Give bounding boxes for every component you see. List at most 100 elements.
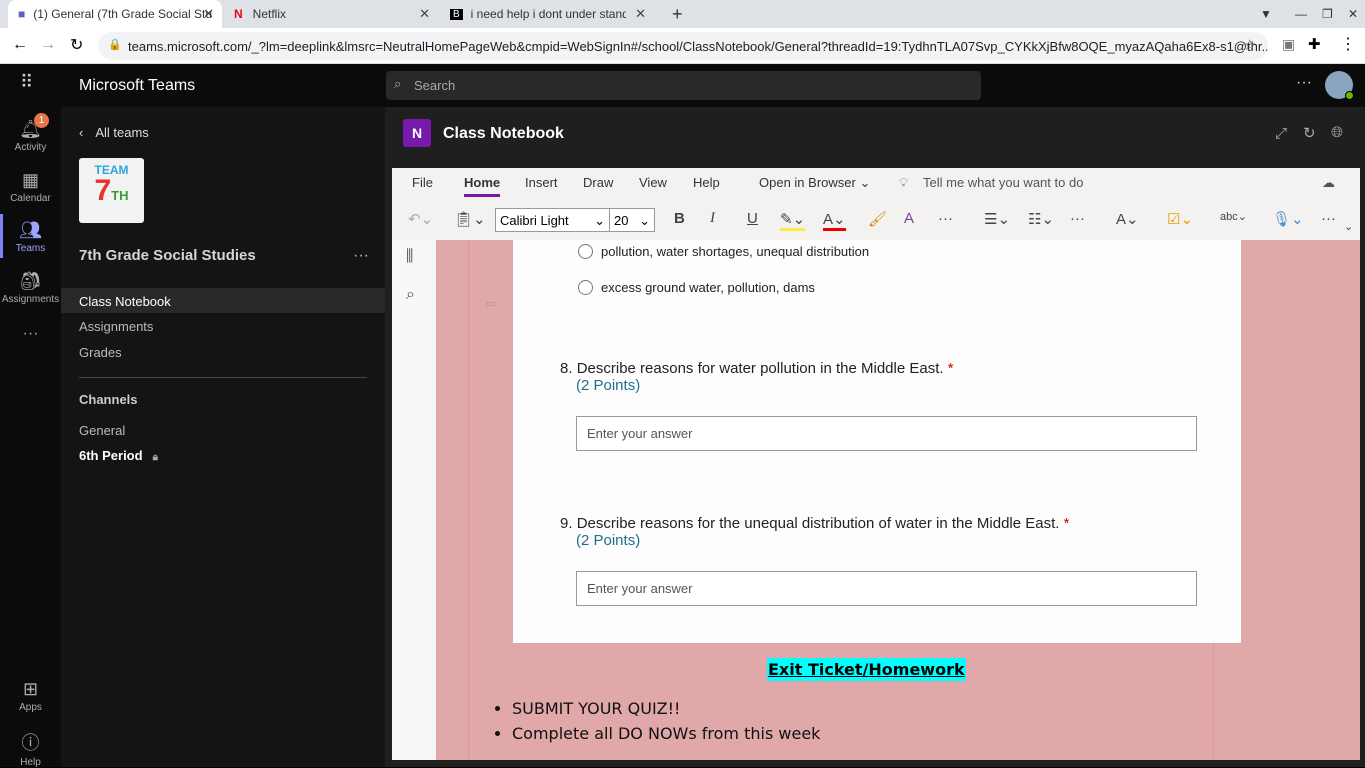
url-input[interactable]: 🔒 teams.microsoft.com/_?lm=deeplink&lmsrc… bbox=[98, 32, 1268, 60]
menu-view[interactable]: View bbox=[639, 175, 667, 190]
help-icon: ⓘ bbox=[21, 733, 40, 753]
answer-input-8[interactable]: Enter your answer bbox=[576, 416, 1197, 451]
rail-calendar[interactable]: ▦ Calendar bbox=[0, 170, 61, 204]
team-sidebar: ‹ All teams TEAM 7TH 7th Grade Social Stud… bbox=[61, 107, 385, 767]
address-bar: ← → ↻ 🔒 teams.microsoft.com/_?lm=deeplink… bbox=[0, 28, 1365, 64]
team-more-icon[interactable]: ··· bbox=[353, 247, 369, 265]
refresh-icon[interactable]: ↻ bbox=[1303, 124, 1316, 142]
menu-file[interactable]: File bbox=[412, 175, 433, 190]
open-in-browser-button[interactable]: Open in Browser ⌄ bbox=[759, 175, 870, 191]
more-apps-icon[interactable]: ··· bbox=[0, 325, 61, 343]
chevron-down-icon: ⌄ bbox=[594, 213, 605, 228]
option-radio[interactable]: pollution, water shortages, unequal dist… bbox=[578, 244, 869, 259]
rail-assignments[interactable]: 🎒︎ Assignments bbox=[0, 271, 61, 305]
question-8: 8. Describe reasons for water pollution … bbox=[560, 360, 954, 394]
back-icon[interactable]: ← bbox=[12, 36, 28, 54]
highlight-icon[interactable]: ✎⌄ bbox=[780, 210, 806, 231]
more-icon[interactable]: ··· bbox=[1321, 210, 1336, 227]
bullets-icon[interactable]: ☰⌄ bbox=[984, 210, 1010, 228]
search-icon[interactable]: ⌕ bbox=[406, 286, 415, 304]
rail-apps[interactable]: ⊞ Apps bbox=[0, 679, 61, 713]
onenote-icon: N bbox=[403, 119, 431, 147]
bookmark-star-icon[interactable]: ☆ bbox=[1243, 36, 1256, 54]
cloud-sync-icon[interactable]: ☁ bbox=[1322, 175, 1335, 191]
lock-icon: 🔒 bbox=[108, 39, 122, 51]
forward-icon[interactable]: → bbox=[40, 36, 56, 54]
chevron-down-icon: ⌄ bbox=[639, 213, 650, 228]
library-icon[interactable]: ⫼ bbox=[406, 248, 413, 266]
tab-netflix[interactable]: N Netflix ✕ bbox=[224, 0, 438, 28]
chevron-left-icon: ‹ bbox=[79, 125, 84, 140]
channel-6th-period[interactable]: 6th Period 🔒︎ bbox=[79, 448, 158, 463]
dictate-icon[interactable]: 🎙︎⌄ bbox=[1272, 210, 1304, 228]
bold-icon[interactable]: B bbox=[674, 210, 685, 227]
menu-help[interactable]: Help bbox=[693, 175, 720, 190]
lightbulb-icon: 💡︎ bbox=[899, 175, 909, 190]
backpack-icon: 🎒︎ bbox=[19, 271, 42, 291]
status-available-icon bbox=[1345, 91, 1354, 100]
app-rail: 🔔︎ Activity 1 ▦ Calendar 👥︎ Teams 🎒︎ Assignme… bbox=[0, 107, 61, 768]
tell-me-input[interactable]: Tell me what you want to do bbox=[923, 175, 1083, 190]
search-input[interactable]: ⌕ Search bbox=[386, 71, 981, 100]
browser-tab-bar: ■ (1) General (7th Grade Social Stu ✕ N Net… bbox=[0, 0, 1365, 28]
lock-icon: 🔒︎ bbox=[152, 452, 158, 463]
new-tab-button[interactable]: + bbox=[662, 0, 693, 28]
active-indicator bbox=[0, 214, 3, 258]
rail-help[interactable]: ⓘ Help bbox=[0, 729, 61, 768]
numbering-icon[interactable]: ☷⌄ bbox=[1028, 210, 1054, 228]
tab-teams[interactable]: ■ (1) General (7th Grade Social Stu ✕ bbox=[8, 0, 222, 28]
teams-header: ⠿ Microsoft Teams ⌕ Search ··· bbox=[0, 64, 1365, 107]
search-icon: ⌕ bbox=[394, 76, 402, 91]
reload-icon[interactable]: ↻ bbox=[70, 35, 83, 55]
font-color-icon[interactable]: A⌄ bbox=[823, 210, 846, 231]
format-painter-icon[interactable]: 🖌︎ bbox=[868, 210, 887, 228]
spelling-icon[interactable]: abc⌄ bbox=[1220, 210, 1247, 223]
embedded-form: pollution, water shortages, unequal dist… bbox=[513, 240, 1241, 643]
more-icon[interactable]: ··· bbox=[1070, 210, 1085, 227]
menu-draw[interactable]: Draw bbox=[583, 175, 613, 190]
ribbon: File Home Insert Draw View Help Open in … bbox=[392, 168, 1360, 240]
font-size-select[interactable]: 20 ⌄ bbox=[609, 208, 655, 232]
answer-input-9[interactable]: Enter your answer bbox=[576, 571, 1197, 606]
avatar[interactable] bbox=[1325, 71, 1354, 100]
channel-general[interactable]: General bbox=[79, 423, 125, 438]
more-icon[interactable]: ··· bbox=[938, 210, 953, 227]
profile-dropdown-icon[interactable]: ▼ bbox=[1250, 0, 1282, 28]
font-name-select[interactable]: Calibri Light ⌄ bbox=[495, 208, 610, 232]
rail-activity[interactable]: 🔔︎ Activity 1 bbox=[0, 113, 61, 153]
more-options-icon[interactable]: ··· bbox=[1296, 74, 1312, 92]
exit-ticket-heading: Exit Ticket/Homework bbox=[767, 658, 966, 681]
list-item: SUBMIT YOUR QUIZ!! bbox=[512, 696, 820, 721]
clear-formatting-icon[interactable]: A bbox=[904, 210, 914, 227]
undo-icon[interactable]: ↶⌄ bbox=[408, 210, 433, 228]
option-radio[interactable]: excess ground water, pollution, dams bbox=[578, 280, 815, 295]
nav-grades[interactable]: Grades bbox=[79, 345, 122, 360]
browser-menu-icon[interactable]: ⋮ bbox=[1340, 34, 1356, 54]
close-icon[interactable]: ✕ bbox=[419, 6, 430, 22]
close-icon[interactable]: ✕ bbox=[635, 6, 646, 22]
tab-brainly[interactable]: Bi need help i dont under stand it ✕ bbox=[440, 0, 654, 28]
menu-home[interactable]: Home bbox=[464, 175, 501, 197]
question-9: 9. Describe reasons for the unequal dist… bbox=[560, 515, 1070, 549]
nav-assignments[interactable]: Assignments bbox=[79, 319, 153, 334]
italic-icon[interactable]: I bbox=[710, 210, 715, 227]
extension-icon[interactable]: ▣ bbox=[1282, 36, 1295, 53]
globe-icon[interactable]: 🌐︎ bbox=[1331, 124, 1343, 141]
paste-icon[interactable]: 📋︎⌄ bbox=[454, 210, 486, 228]
underline-icon[interactable]: U bbox=[747, 210, 758, 227]
styles-icon[interactable]: A⌄ bbox=[1116, 210, 1139, 228]
expand-icon[interactable]: ⤢ bbox=[1275, 125, 1287, 142]
close-window-icon[interactable]: ✕ bbox=[1338, 0, 1365, 28]
chevron-down-icon: ⌄ bbox=[859, 175, 871, 190]
app-launcher-icon[interactable]: ⠿ bbox=[20, 72, 34, 93]
menu-insert[interactable]: Insert bbox=[525, 175, 558, 190]
netflix-icon: N bbox=[234, 7, 243, 21]
rail-teams[interactable]: 👥︎ Teams bbox=[0, 214, 61, 258]
bell-icon: 🔔︎ bbox=[19, 119, 42, 139]
collapse-ribbon-icon[interactable]: ⌄ bbox=[1344, 220, 1353, 233]
close-icon[interactable]: ✕ bbox=[203, 6, 214, 22]
tag-icon[interactable]: ☑⌄ bbox=[1167, 210, 1193, 228]
nav-class-notebook[interactable]: Class Notebook bbox=[61, 288, 385, 313]
all-teams-link[interactable]: ‹ All teams bbox=[79, 125, 149, 140]
extensions-puzzle-icon[interactable]: ✚ bbox=[1308, 35, 1321, 53]
